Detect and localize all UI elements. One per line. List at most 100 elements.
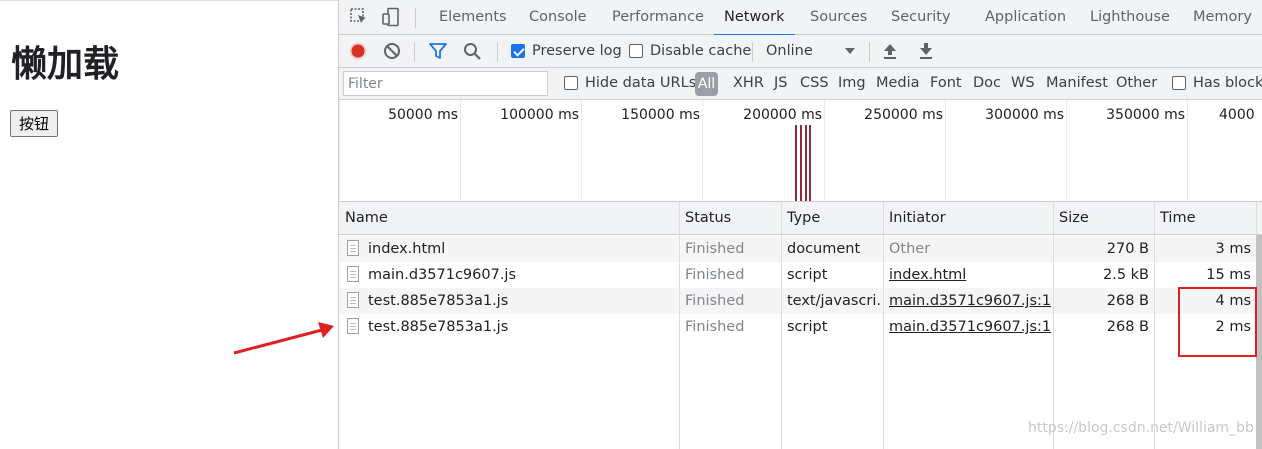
overview-tick-label: 100000 ms [500,107,579,123]
request-type: script [787,319,828,335]
record-button[interactable] [348,40,368,62]
type-filter-img[interactable]: Img [838,75,866,91]
preserve-log-checkbox-box[interactable] [511,44,525,58]
column-header-size[interactable]: Size [1053,202,1089,235]
document-file-icon [347,240,359,256]
tab-memory[interactable]: Memory [1193,0,1252,35]
type-filter-all[interactable]: All [695,72,718,96]
network-request-table: Name Status Type Initiator Size Time ind… [339,202,1262,449]
request-status: Finished [685,241,745,257]
type-filter-doc[interactable]: Doc [973,75,1001,91]
column-header-status[interactable]: Status [679,202,731,235]
filter-bar: Hide data URLs All XHR JS CSS Img Media … [339,68,1262,100]
tab-lighthouse[interactable]: Lighthouse [1090,0,1170,35]
network-overview-timeline[interactable]: 50000 ms 100000 ms 150000 ms 200000 ms 2… [339,100,1262,202]
device-toolbar-icon[interactable] [380,6,402,28]
inspect-element-icon[interactable] [348,6,370,28]
script-file-icon [347,318,359,334]
toolbar-separator [869,42,870,62]
request-type: text/javascri... [787,293,882,309]
column-divider[interactable] [679,202,680,449]
upload-icon [884,44,896,59]
column-header-type[interactable]: Type [781,202,820,235]
type-filter-js[interactable]: JS [774,75,787,91]
overview-tick-label: 250000 ms [864,107,943,123]
preserve-log-checkbox[interactable]: Preserve log [511,40,622,62]
type-filter-other[interactable]: Other [1116,75,1157,91]
column-divider[interactable] [883,202,884,449]
overview-request-mark [809,125,811,201]
clear-icon [384,43,400,59]
screenshot-root: 懒加载 按钮 Elements Console Performance Netw… [0,0,1262,449]
table-row[interactable]: test.885e7853a1.js Finished text/javascr… [339,288,1257,314]
table-row[interactable]: main.d3571c9607.js Finished script index… [339,262,1257,288]
tab-application[interactable]: Application [985,0,1066,35]
type-filter-manifest[interactable]: Manifest [1046,75,1108,91]
chevron-down-icon [845,48,855,54]
type-filter-xhr[interactable]: XHR [733,75,764,91]
column-divider[interactable] [1154,202,1155,449]
request-size: 270 B [1106,241,1149,257]
column-divider[interactable] [781,202,782,449]
request-initiator: Other [889,241,931,257]
search-button[interactable] [463,40,482,62]
annotation-highlight-box [1178,287,1257,357]
toolbar-separator [497,42,498,62]
devtools-tabbar: Elements Console Performance Network Sou… [339,0,1262,36]
request-time: 15 ms [1206,267,1251,283]
overview-gridline [460,100,461,200]
disable-cache-checkbox-box[interactable] [629,44,643,58]
has-blocked-checkbox[interactable]: Has blocke [1172,75,1262,91]
column-header-initiator[interactable]: Initiator [883,202,946,235]
throttling-select[interactable]: Online [766,40,856,62]
type-filter-css[interactable]: CSS [800,75,829,91]
toolbar-separator [414,42,415,62]
tab-performance[interactable]: Performance [612,0,704,35]
column-header-name[interactable]: Name [339,202,388,235]
clear-button[interactable] [383,40,401,62]
column-divider[interactable] [1053,202,1054,449]
request-type: script [787,267,828,283]
table-header: Name Status Type Initiator Size Time [339,202,1262,235]
type-filter-font[interactable]: Font [930,75,962,91]
request-name: main.d3571c9607.js [347,262,677,288]
disable-cache-checkbox[interactable]: Disable cache [629,40,751,62]
tab-sources[interactable]: Sources [810,0,867,35]
request-name: test.885e7853a1.js [347,314,677,340]
overview-request-mark [800,125,802,201]
tab-network[interactable]: Network [714,0,795,36]
export-har-button[interactable] [917,40,935,62]
table-row[interactable]: index.html Finished document Other 270 B… [339,236,1257,262]
disable-cache-label: Disable cache [650,43,752,59]
tabbar-separator [415,8,416,28]
request-initiator-link[interactable]: main.d3571c9607.js:1 [889,314,1054,340]
has-blocked-label: Has blocke [1193,75,1262,91]
import-har-button[interactable] [881,40,899,62]
type-filter-media[interactable]: Media [876,75,920,91]
script-file-icon [347,292,359,308]
script-file-icon [347,266,359,282]
tab-security[interactable]: Security [891,0,951,35]
type-filter-ws[interactable]: WS [1011,75,1035,91]
has-blocked-checkbox-box[interactable] [1172,76,1186,90]
request-initiator-link[interactable]: main.d3571c9607.js:1 [889,288,1054,314]
hide-data-urls-checkbox-box[interactable] [564,76,578,90]
watermark: https://blog.csdn.net/William_bb [1028,420,1254,436]
overview-tick-label: 4000 [1219,107,1255,123]
filter-input[interactable] [343,71,548,96]
tab-console[interactable]: Console [529,0,587,35]
request-time: 3 ms [1215,241,1251,257]
record-icon [349,42,367,60]
page-heading: 懒加载 [11,44,120,85]
page-button[interactable]: 按钮 [10,110,59,137]
tab-elements[interactable]: Elements [439,0,507,35]
hide-data-urls-checkbox[interactable]: Hide data URLs [564,75,696,91]
overview-request-mark [805,125,807,201]
filter-toggle-button[interactable] [428,40,448,62]
overview-tick-label: 50000 ms [388,107,458,123]
overview-gridline [581,100,582,200]
overview-gridline [702,100,703,200]
table-row[interactable]: test.885e7853a1.js Finished script main.… [339,314,1257,340]
column-header-time[interactable]: Time [1154,202,1196,235]
request-initiator-link[interactable]: index.html [889,262,1054,288]
